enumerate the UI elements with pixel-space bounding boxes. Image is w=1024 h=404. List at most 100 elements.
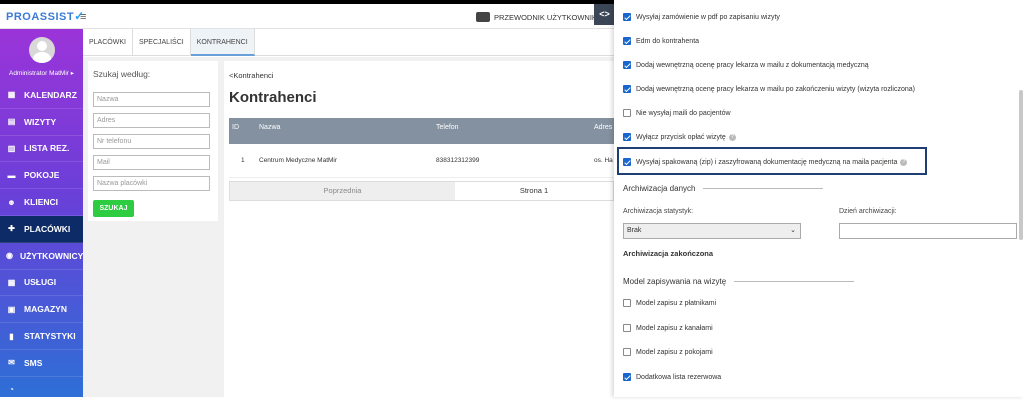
more-icon: ◔ [9,385,14,395]
column-header-id[interactable]: ID [232,124,239,131]
checkbox[interactable] [623,324,631,332]
panel-toggle-button[interactable]: <> [594,4,615,25]
sidebar-item-pokoje[interactable]: ▬ POKOJE [0,162,83,190]
setting-checkbox-row[interactable]: Dodaj wewnętrzną ocenę pracy lekarza w m… [623,85,915,93]
checkbox[interactable] [623,37,631,45]
section-save-model: Model zapisywania na wizytę [623,277,855,286]
breadcrumb[interactable]: <Kontrahenci [229,71,273,80]
cell-id: 1 [241,157,245,164]
sidebar-item-kalendarz[interactable]: ▦ KALENDARZ [0,82,83,109]
checkbox[interactable] [623,61,631,69]
tab-kontrahenci[interactable]: KONTRAHENCI [190,29,255,56]
save-model-option[interactable]: Model zapisu z pokojami [623,348,713,356]
sidebar-item-wizyty[interactable]: ▤ WIZYTY [0,109,83,136]
sidebar-item-magazyn[interactable]: ▣ MAGAZYN [0,296,83,324]
sidebar: Administrator MatMir ▸ ▦ KALENDARZ ▤ WIZYTY… [0,29,83,404]
previous-page-button[interactable]: Poprzednia [230,182,455,200]
save-model-option[interactable]: Model zapisu z kanałami [623,324,713,332]
sidebar-item-label: WIZYTY [24,116,57,127]
checkbox-label: Dodaj wewnętrzną ocenę pracy lekarza w m… [636,85,915,93]
checkbox-label: Dodaj wewnętrzną ocenę pracy lekarza w m… [636,61,869,69]
page-indicator: Strona 1 [519,186,549,195]
sidebar-item-label: KALENDARZ [24,89,77,100]
warehouse-icon: ▣ [7,304,16,314]
logo[interactable]: PROASSIST✓ [6,9,85,23]
cell-phone: 838312312399 [436,157,480,164]
chevron-down-icon: ⌄ [790,227,796,234]
search-field[interactable]: Nr telefonu [93,134,210,149]
checkbox[interactable] [623,348,631,356]
contractors-panel: <Kontrahenci Kontrahenci ID Nazwa Telefo… [224,61,614,397]
checkbox-label: Nie wysyłaj maili do pacjentów [636,109,731,117]
table-header: ID Nazwa Telefon Adres [229,118,614,144]
avatar[interactable] [29,37,55,63]
search-field[interactable]: Adres [93,113,210,128]
sidebar-item-placówki[interactable]: ✚ PLACÓWKI [0,215,83,243]
sidebar-item-sms[interactable]: ✉ SMS [0,350,83,377]
checkbox[interactable] [623,85,631,93]
checkbox-label: Model zapisu z pokojami [636,348,713,356]
checkbox[interactable] [623,109,631,117]
search-button[interactable]: SZUKAJ [93,200,134,217]
user-name[interactable]: Administrator MatMir ▸ [0,69,83,77]
menu-icon[interactable]: ≡ [80,11,86,23]
search-title: Szukaj według: [93,69,151,79]
checkbox[interactable] [623,133,631,141]
sidebar-item-klienci[interactable]: ☻ KLIENCI [0,189,83,216]
checkbox[interactable] [623,13,631,21]
search-field[interactable]: Nazwa [93,92,210,107]
scrollbar[interactable] [1019,90,1023,240]
checkbox-label: Wysyłaj zamówienie w pdf po zapisaniu wi… [636,13,780,21]
sidebar-item-more[interactable]: ◔ [0,377,83,404]
cell-address: os. Ha [594,157,613,164]
checkbox[interactable] [623,299,631,307]
services-icon: ▦ [7,277,16,287]
clients-icon: ☻ [7,197,16,207]
section-archiving-title: Archiwizacja danych [623,184,696,193]
user-guide-link[interactable]: PRZEWODNIK UŻYTKOWNIKA [476,12,602,22]
archiving-day-label: Dzień archiwizacji: [839,208,897,215]
table-row[interactable]: 1 Centrum Medyczne MatMir 838312312399 o… [229,144,614,178]
checkbox-label: Edm do kontrahenta [636,37,700,45]
archiving-day-input[interactable] [839,223,1017,239]
tab-placówki[interactable]: PLACÓWKI [83,29,133,56]
column-header-address[interactable]: Adres [594,124,612,131]
sidebar-item-użytkownicy[interactable]: ◉ UŻYTKOWNICY [0,243,83,270]
search-field[interactable]: Mail [93,155,210,170]
user-guide-label: PRZEWODNIK UŻYTKOWNIKA [494,12,602,22]
setting-checkbox-row[interactable]: Dodaj wewnętrzną ocenę pracy lekarza w m… [623,61,869,69]
sidebar-item-lista-rez-[interactable]: ▥ LISTA REZ. [0,136,83,163]
graduation-cap-icon [476,12,490,22]
setting-checkbox-row[interactable]: Wysyłaj zamówienie w pdf po zapisaniu wi… [623,13,780,21]
sidebar-item-label: STATYSTYKI [24,331,76,342]
save-model-option[interactable]: Model zapisu z płatnikami [623,299,716,307]
sidebar-item-label: KLIENCI [24,197,58,208]
column-header-name[interactable]: Nazwa [259,124,280,131]
sidebar-item-statystyki[interactable]: ▮ STATYSTYKI [0,323,83,350]
list-icon: ▥ [7,143,16,153]
setting-checkbox-row[interactable]: Wyłącz przycisk opłać wizytę? [623,133,736,141]
help-icon[interactable]: ? [728,133,736,141]
rooms-icon: ▬ [7,170,16,180]
sidebar-item-label: SMS [24,357,43,368]
setting-checkbox-row[interactable]: Nie wysyłaj maili do pacjentów [623,109,731,117]
search-field[interactable]: Nazwa placówki [93,176,210,191]
section-save-model-title: Model zapisywania na wizytę [623,277,727,286]
save-model-option[interactable]: Dodatkowa lista rezerwowa [623,373,721,381]
sidebar-item-usługi[interactable]: ▦ USŁUGI [0,270,83,297]
archiving-done-text: Archiwizacja zakończona [623,249,714,258]
tab-specjaliści[interactable]: SPECJALIŚCI [133,29,191,56]
settings-panel: Wysyłaj zamówienie w pdf po zapisaniu wi… [614,0,1024,397]
highlight-frame [617,147,927,175]
stats-archiving-label: Archiwizacja statystyk: [623,208,694,215]
stats-archiving-select[interactable]: Brak ⌄ [623,223,801,239]
facilities-icon: ✚ [8,224,15,234]
search-panel: Szukaj według: Nazwa Adres Nr telefonu Mail… [88,61,218,221]
setting-checkbox-row[interactable]: Edm do kontrahenta [623,37,699,45]
visits-icon: ▤ [7,117,16,127]
stats-icon: ▮ [9,331,14,341]
checkbox[interactable] [623,373,631,381]
column-header-phone[interactable]: Telefon [436,124,459,131]
sidebar-item-label: PLACÓWKI [24,223,71,234]
sidebar-item-label: LISTA REZ. [24,143,70,154]
